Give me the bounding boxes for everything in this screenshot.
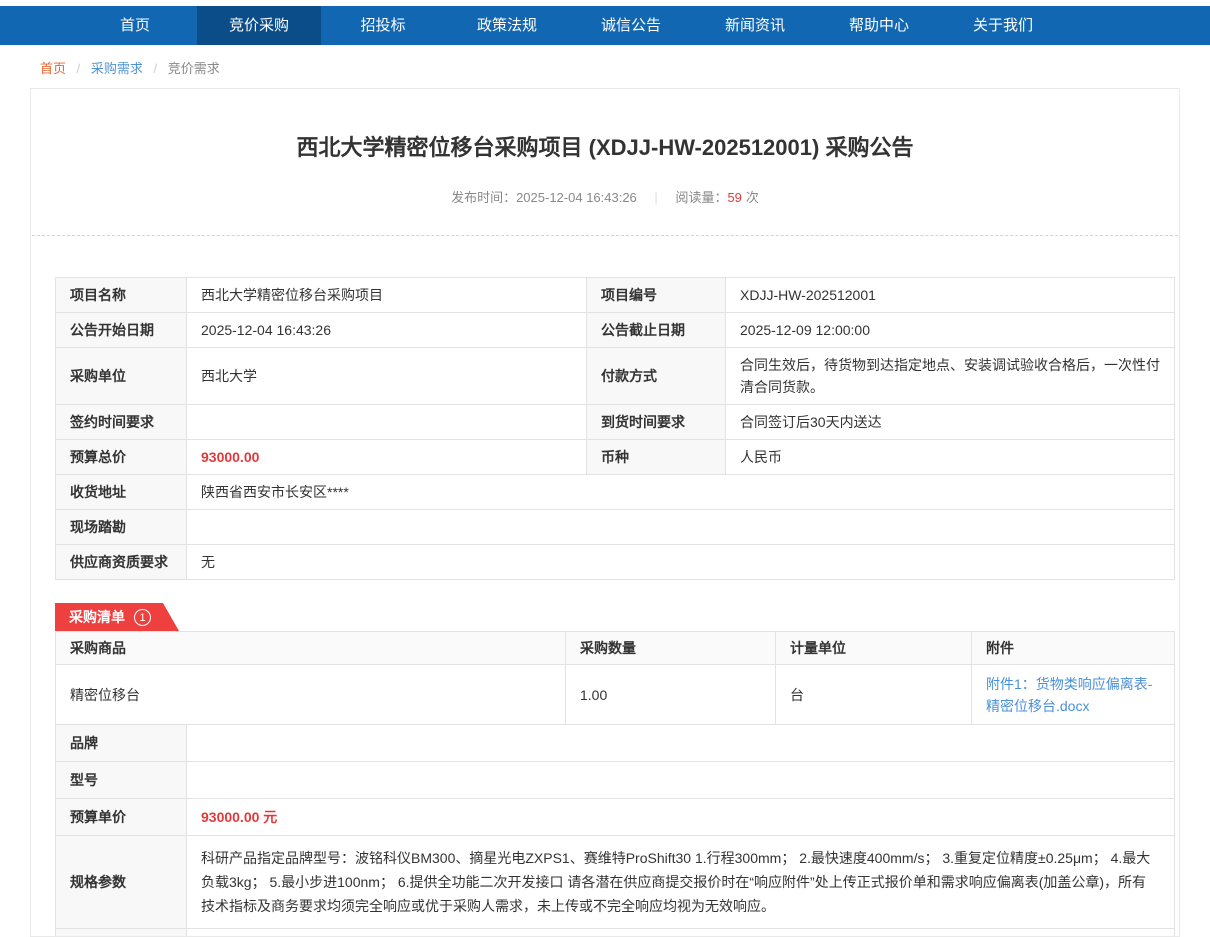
- purchase-list-section-header: 采购清单 1: [55, 603, 1179, 631]
- info-value: [187, 510, 1175, 545]
- table-header-row: 采购商品 采购数量 计量单位 附件: [56, 632, 1175, 665]
- info-value: 西北大学: [187, 348, 587, 405]
- column-header-attachment: 附件: [972, 632, 1175, 665]
- info-label: 供应商资质要求: [56, 545, 187, 580]
- table-row: 精密位移台 1.00 台 附件1：货物类响应偏离表-精密位移台.docx: [56, 665, 1175, 725]
- detail-label: 售后服务: [56, 929, 187, 937]
- main-nav: 首页 竞价采购 招投标 政策法规 诚信公告 新闻资讯 帮助中心 关于我们: [0, 6, 1210, 45]
- project-info-table: 项目名称 西北大学精密位移台采购项目 项目编号 XDJJ-HW-20251200…: [55, 277, 1175, 580]
- table-row: 采购单位 西北大学 付款方式 合同生效后，待货物到达指定地点、安装调试验收合格后…: [56, 348, 1175, 405]
- table-row: 现场踏勘: [56, 510, 1175, 545]
- table-row: 规格参数 科研产品指定品牌型号：波铭科仪BM300、摘星光电ZXPS1、赛维特P…: [56, 836, 1175, 929]
- detail-label: 预算单价: [56, 799, 187, 836]
- budget-unit-price-value: 93000.00 元: [187, 799, 1175, 836]
- publish-time-value: 2025-12-04 16:43:26: [516, 190, 637, 205]
- product-name: 精密位移台: [56, 665, 566, 725]
- breadcrumb-purchase-demand-link[interactable]: 采购需求: [91, 61, 143, 76]
- purchase-list-count-badge: 1: [134, 609, 151, 626]
- info-label: 币种: [587, 440, 726, 475]
- dashed-divider: [32, 235, 1178, 236]
- info-value: 2025-12-09 12:00:00: [726, 313, 1175, 348]
- nav-item-bidding-purchase[interactable]: 竞价采购: [197, 6, 321, 45]
- nav-item-tenders[interactable]: 招投标: [321, 6, 445, 45]
- attachment-link[interactable]: 附件1：货物类响应偏离表-精密位移台.docx: [986, 676, 1152, 714]
- purchase-list-ribbon: 采购清单 1: [55, 603, 179, 631]
- nav-item-news[interactable]: 新闻资讯: [693, 6, 817, 45]
- detail-label: 品牌: [56, 725, 187, 762]
- info-label: 预算总价: [56, 440, 187, 475]
- info-label: 到货时间要求: [587, 405, 726, 440]
- breadcrumb-separator: /: [154, 61, 158, 76]
- views-label: 阅读量：: [675, 190, 727, 205]
- spec-parameters-value: 科研产品指定品牌型号：波铭科仪BM300、摘星光电ZXPS1、赛维特ProShi…: [187, 836, 1175, 929]
- table-row: 预算单价 93000.00 元: [56, 799, 1175, 836]
- detail-value: [187, 762, 1175, 799]
- product-detail-table: 品牌 型号 预算单价 93000.00 元 规格参数 科研产品指定品牌型号：波铭…: [55, 724, 1175, 937]
- info-value: 2025-12-04 16:43:26: [187, 313, 587, 348]
- info-value: 西北大学精密位移台采购项目: [187, 278, 587, 313]
- info-label: 采购单位: [56, 348, 187, 405]
- product-quantity: 1.00: [566, 665, 776, 725]
- budget-total-value: 93000.00: [187, 440, 587, 475]
- views-count: 59: [727, 190, 741, 205]
- table-row: 型号: [56, 762, 1175, 799]
- table-row: 收货地址 陕西省西安市长安区****: [56, 475, 1175, 510]
- breadcrumb-current: 竞价需求: [168, 61, 220, 76]
- info-label: 收货地址: [56, 475, 187, 510]
- table-row: 供应商资质要求 无: [56, 545, 1175, 580]
- nav-item-policies[interactable]: 政策法规: [445, 6, 569, 45]
- column-header-unit: 计量单位: [776, 632, 972, 665]
- article-meta: 发布时间：2025-12-04 16:43:26 | 阅读量：59 次: [31, 187, 1179, 206]
- info-value: 无: [187, 545, 1175, 580]
- table-row: 项目名称 西北大学精密位移台采购项目 项目编号 XDJJ-HW-20251200…: [56, 278, 1175, 313]
- nav-item-integrity-notice[interactable]: 诚信公告: [569, 6, 693, 45]
- views-unit: 次: [746, 190, 759, 205]
- breadcrumb-separator: /: [77, 61, 81, 76]
- info-label: 付款方式: [587, 348, 726, 405]
- column-header-quantity: 采购数量: [566, 632, 776, 665]
- meta-divider: |: [654, 190, 657, 205]
- breadcrumb: 首页 / 采购需求 / 竞价需求: [0, 45, 1210, 88]
- purchase-items-table: 采购商品 采购数量 计量单位 附件 精密位移台 1.00 台 附件1：货物类响应…: [55, 631, 1175, 725]
- nav-item-help-center[interactable]: 帮助中心: [817, 6, 941, 45]
- info-value: 合同生效后，待货物到达指定地点、安装调试验收合格后，一次性付清合同货款。: [726, 348, 1175, 405]
- purchase-list-label: 采购清单: [69, 607, 125, 627]
- detail-value: [187, 725, 1175, 762]
- page-title: 西北大学精密位移台采购项目 (XDJJ-HW-202512001) 采购公告: [31, 135, 1179, 161]
- nav-item-about-us[interactable]: 关于我们: [941, 6, 1065, 45]
- publish-time-label: 发布时间：: [451, 190, 516, 205]
- info-value: 陕西省西安市长安区****: [187, 475, 1175, 510]
- table-row: 售后服务 供货方得到通知4小时内响应电话响应无法解决72小时内到达现场。修复时间…: [56, 929, 1175, 937]
- info-value: XDJJ-HW-202512001: [726, 278, 1175, 313]
- info-label: 现场踏勘: [56, 510, 187, 545]
- info-label: 签约时间要求: [56, 405, 187, 440]
- breadcrumb-home-link[interactable]: 首页: [40, 61, 66, 76]
- after-sale-service-value: 供货方得到通知4小时内响应电话响应无法解决72小时内到达现场。修复时间72小时内…: [187, 929, 1175, 937]
- product-unit: 台: [776, 665, 972, 725]
- column-header-product: 采购商品: [56, 632, 566, 665]
- detail-label: 型号: [56, 762, 187, 799]
- info-value: 人民币: [726, 440, 1175, 475]
- nav-item-home[interactable]: 首页: [73, 6, 197, 45]
- table-row: 公告开始日期 2025-12-04 16:43:26 公告截止日期 2025-1…: [56, 313, 1175, 348]
- info-label: 公告截止日期: [587, 313, 726, 348]
- table-row: 签约时间要求 到货时间要求 合同签订后30天内送达: [56, 405, 1175, 440]
- detail-label: 规格参数: [56, 836, 187, 929]
- info-label: 项目编号: [587, 278, 726, 313]
- info-value: [187, 405, 587, 440]
- announcement-card: 西北大学精密位移台采购项目 (XDJJ-HW-202512001) 采购公告 发…: [30, 88, 1180, 937]
- table-row: 预算总价 93000.00 币种 人民币: [56, 440, 1175, 475]
- table-row: 品牌: [56, 725, 1175, 762]
- info-value: 合同签订后30天内送达: [726, 405, 1175, 440]
- info-label: 公告开始日期: [56, 313, 187, 348]
- info-label: 项目名称: [56, 278, 187, 313]
